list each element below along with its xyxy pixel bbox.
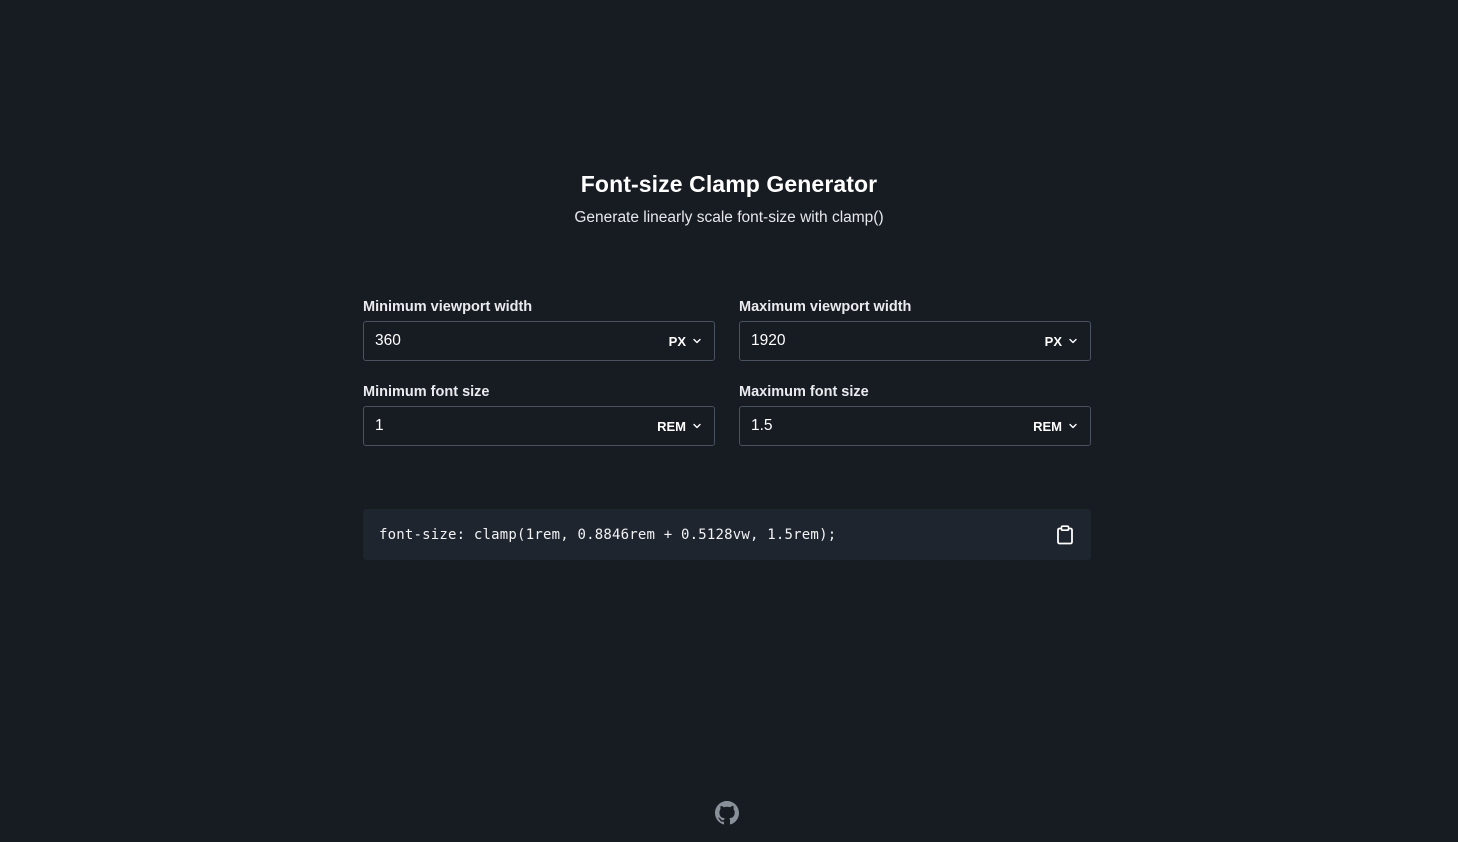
chevron-down-icon <box>693 338 701 344</box>
min-font-input[interactable] <box>364 407 658 445</box>
max-font-field: Maximum font size REM <box>739 382 1091 446</box>
min-font-label: Minimum font size <box>363 384 490 400</box>
min-viewport-field: Minimum viewport width PX <box>363 297 715 361</box>
chevron-down-icon <box>1069 338 1077 344</box>
max-font-unit-label: REM <box>1033 418 1062 434</box>
max-font-input[interactable] <box>740 407 1034 445</box>
max-font-label: Maximum font size <box>739 384 869 400</box>
github-icon <box>715 801 739 825</box>
max-viewport-input[interactable] <box>740 322 1045 360</box>
clamp-form: Minimum viewport width PX Maximum viewpo… <box>363 297 1091 467</box>
min-viewport-input[interactable] <box>364 322 669 360</box>
max-viewport-unit-label: PX <box>1044 333 1062 349</box>
font-size-row: Minimum font size REM Maximum font size … <box>363 382 1091 446</box>
copy-button[interactable] <box>1055 524 1075 546</box>
chevron-down-icon <box>1069 423 1077 429</box>
min-font-unit-select[interactable]: REM <box>657 407 714 445</box>
min-viewport-label: Minimum viewport width <box>363 299 533 315</box>
max-viewport-label: Maximum viewport width <box>739 299 912 315</box>
min-viewport-unit-label: PX <box>668 333 686 349</box>
max-viewport-input-wrap: PX <box>739 321 1091 361</box>
min-font-unit-label: REM <box>657 418 686 434</box>
clamp-output-code: font-size: clamp(1rem, 0.8846rem + 0.512… <box>379 526 837 543</box>
max-font-input-wrap: REM <box>739 406 1091 446</box>
header: Font-size Clamp Generator Generate linea… <box>0 171 1458 227</box>
app-page: Font-size Clamp Generator Generate linea… <box>0 0 1458 842</box>
viewport-row: Minimum viewport width PX Maximum viewpo… <box>363 297 1091 361</box>
page-subtitle: Generate linearly scale font-size with c… <box>574 209 884 226</box>
github-link[interactable] <box>715 801 739 825</box>
output-code-block: font-size: clamp(1rem, 0.8846rem + 0.512… <box>363 509 1091 560</box>
min-font-input-wrap: REM <box>363 406 715 446</box>
max-viewport-unit-select[interactable]: PX <box>1045 322 1090 360</box>
chevron-down-icon <box>693 423 701 429</box>
clipboard-icon <box>1057 524 1073 544</box>
page-title: Font-size Clamp Generator <box>580 171 878 197</box>
min-viewport-unit-select[interactable]: PX <box>669 322 714 360</box>
max-font-unit-select[interactable]: REM <box>1033 407 1090 445</box>
max-viewport-field: Maximum viewport width PX <box>739 297 1091 361</box>
min-font-field: Minimum font size REM <box>363 382 715 446</box>
min-viewport-input-wrap: PX <box>363 321 715 361</box>
